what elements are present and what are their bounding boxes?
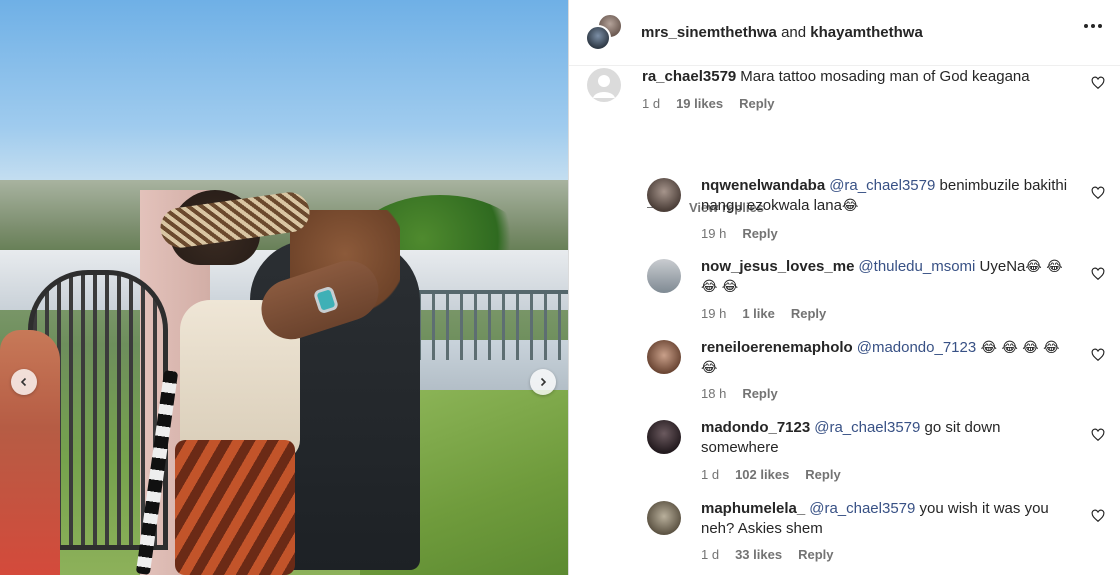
authors-joiner: and <box>781 24 807 41</box>
heart-outline-icon[interactable] <box>1091 348 1105 362</box>
comment-time[interactable]: 1 d <box>701 547 719 562</box>
comment-meta: 18 h Reply <box>701 386 778 401</box>
comment-content: Mara tattoo mosading man of God keagana <box>740 68 1030 85</box>
comment-text: maphumelela_ @ra_chael3579 you wish it wa… <box>701 499 1076 539</box>
post-modal: mrs_sinemthethwa and khayamthethwa ra_ch… <box>0 0 1120 575</box>
comment-meta: 1 d 19 likes Reply <box>642 96 774 111</box>
avatar[interactable] <box>647 420 681 454</box>
comment-content: UyeNa <box>975 258 1026 275</box>
reply-button[interactable]: Reply <box>791 306 826 321</box>
comment-likes[interactable]: 102 likes <box>735 467 789 482</box>
comment-username[interactable]: ra_chael3579 <box>642 68 736 85</box>
post-authors: mrs_sinemthethwa and khayamthethwa <box>641 24 923 41</box>
author-link-1[interactable]: mrs_sinemthethwa <box>641 24 777 41</box>
reply-button[interactable]: Reply <box>805 467 840 482</box>
avatar[interactable] <box>647 178 681 212</box>
reply-button[interactable]: Reply <box>739 96 774 111</box>
comment-time[interactable]: 1 d <box>642 96 660 111</box>
comment-meta: 19 h Reply <box>701 226 778 241</box>
comment-text: ra_chael3579 Mara tattoo mosading man of … <box>642 67 1082 87</box>
heart-outline-icon[interactable] <box>1091 428 1105 442</box>
emoji: 😂 <box>841 198 859 214</box>
comment-username[interactable]: now_jesus_loves_me <box>701 258 854 275</box>
heart-outline-icon[interactable] <box>1091 186 1105 200</box>
comment-text: madondo_7123 @ra_chael3579 go sit down so… <box>701 418 1076 458</box>
avatar <box>585 24 611 51</box>
comments-panel: mrs_sinemthethwa and khayamthethwa ra_ch… <box>568 0 1120 575</box>
chevron-right-icon <box>540 377 547 387</box>
avatar[interactable] <box>587 68 621 102</box>
comment-username[interactable]: maphumelela_ <box>701 500 805 517</box>
comment-time[interactable]: 1 d <box>701 467 719 482</box>
comment-meta: 19 h 1 like Reply <box>701 306 826 321</box>
reply-button[interactable]: Reply <box>798 547 833 562</box>
default-avatar-icon <box>593 75 615 98</box>
comment-likes[interactable]: 19 likes <box>676 96 723 111</box>
chevron-left-icon <box>20 377 27 387</box>
reply-button[interactable]: Reply <box>742 386 777 401</box>
mention-link[interactable]: @thuledu_msomi <box>858 258 975 275</box>
comment-username[interactable]: reneiloerenemapholo <box>701 339 853 356</box>
comment-time[interactable]: 18 h <box>701 386 726 401</box>
comment-text: nqwenelwandaba @ra_chael3579 benimbuzile … <box>701 176 1076 216</box>
mention-link[interactable]: @madondo_7123 <box>857 339 977 356</box>
post-photo[interactable] <box>0 0 568 575</box>
mention-link[interactable]: @ra_chael3579 <box>814 419 920 436</box>
comment-username[interactable]: nqwenelwandaba <box>701 177 825 194</box>
comment-time[interactable]: 19 h <box>701 306 726 321</box>
heart-outline-icon[interactable] <box>1091 267 1105 281</box>
comment-time[interactable]: 19 h <box>701 226 726 241</box>
comment-text: reneiloerenemapholo @madondo_7123 😂 😂 😂 😂… <box>701 338 1076 378</box>
avatar[interactable] <box>647 501 681 535</box>
reply-button[interactable]: Reply <box>742 226 777 241</box>
next-photo-button[interactable] <box>530 369 556 395</box>
comment-meta: 1 d 102 likes Reply <box>701 467 841 482</box>
comment-meta: 1 d 33 likes Reply <box>701 547 833 562</box>
mention-link[interactable]: @ra_chael3579 <box>829 177 935 194</box>
comment-likes[interactable]: 1 like <box>742 306 775 321</box>
avatar[interactable] <box>647 259 681 293</box>
avatar[interactable] <box>647 340 681 374</box>
comment-likes[interactable]: 33 likes <box>735 547 782 562</box>
collab-avatars[interactable] <box>585 12 625 53</box>
previous-photo-button[interactable] <box>11 369 37 395</box>
author-link-2[interactable]: khayamthethwa <box>810 24 923 41</box>
comment-text: now_jesus_loves_me @thuledu_msomi UyeNa😂 … <box>701 257 1076 297</box>
heart-outline-icon[interactable] <box>1091 509 1105 523</box>
more-options-icon[interactable] <box>1084 24 1102 28</box>
mention-link[interactable]: @ra_chael3579 <box>809 500 915 517</box>
comment-username[interactable]: madondo_7123 <box>701 419 810 436</box>
heart-outline-icon[interactable] <box>1091 76 1105 90</box>
post-header: mrs_sinemthethwa and khayamthethwa <box>569 0 1120 66</box>
